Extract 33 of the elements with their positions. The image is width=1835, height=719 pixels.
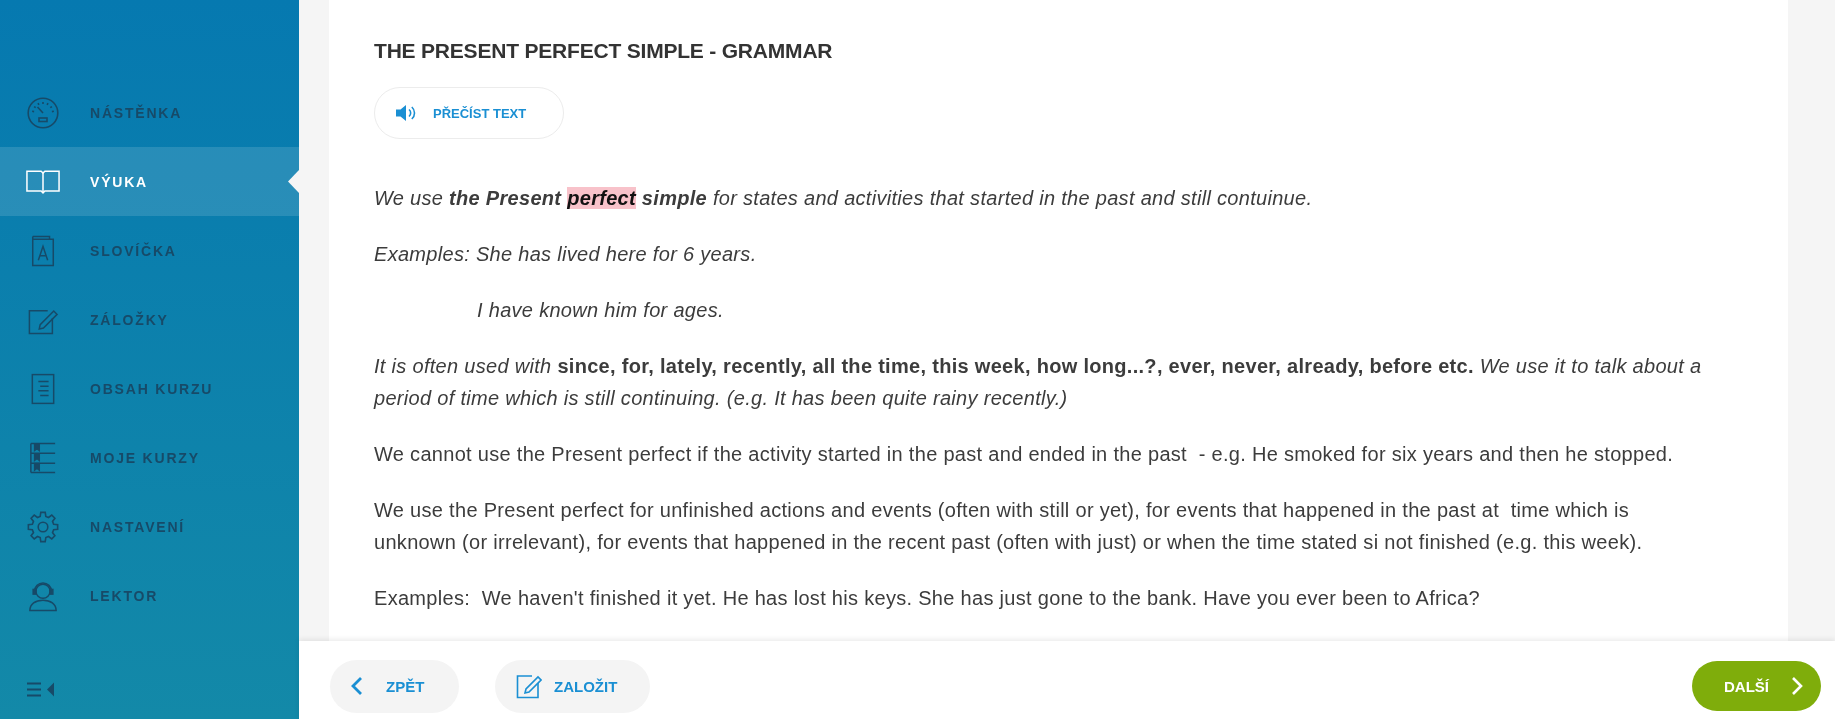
next-button[interactable]: DALŠÍ: [1692, 661, 1821, 711]
paragraph: We use the Present perfect for unfinished actions and events (often with still or yet), for events that happened in the past at time which is unknown (or irrelevant), for events that happened in the recent past (often with just) or when the time stated si not finished (e.g. this week).: [374, 498, 1644, 555]
paragraph: Examples: She has lived here for 6 years.: [374, 242, 758, 267]
speaker-icon: [395, 103, 417, 123]
collapse-menu-icon[interactable]: [27, 682, 54, 697]
paragraph: Examples: We haven't finished it yet. He has lost his keys. She has just gone to the bank. Have you ever been to Africa?: [374, 586, 1481, 611]
chevron-left-icon: [350, 676, 363, 696]
paragraph: We cannot use the Present perfect if the activity started in the past and ended in the past - e.g. He smoked for six years and then he stopped.: [374, 442, 1675, 467]
paragraph: It is often used with since, for, lately, recently, all the time, this week, how long...?, ever, never, already, before etc. We use it to talk about a period of time which is still continuing. (e.g. It has been quite rainy recently.): [374, 354, 1703, 411]
open-book-icon: [26, 168, 60, 195]
sidebar-item[interactable]: VÝUKA: [0, 147, 299, 216]
sidebar-item[interactable]: NASTAVENÍ: [0, 492, 299, 561]
back-button[interactable]: ZPĚT: [330, 659, 459, 713]
chevron-right-icon: [1791, 676, 1804, 696]
book-letter-icon: [29, 234, 57, 267]
bookmarked-list-icon: [29, 441, 57, 474]
paragraph: I have known him for ages.: [476, 298, 725, 323]
lesson-title: THE PRESENT PERFECT SIMPLE - GRAMMAR: [374, 38, 833, 64]
gear-icon: [27, 510, 59, 543]
edit-icon: [516, 673, 542, 699]
read-text-button[interactable]: PŘEČÍST TEXT: [374, 87, 564, 139]
gauge-icon: [27, 96, 59, 129]
headset-person-icon: [28, 579, 58, 612]
sidebar-item[interactable]: ZÁLOŽKY: [0, 285, 299, 354]
sidebar-item[interactable]: MOJE KURZY: [0, 423, 299, 492]
selection-pointer-icon: [288, 170, 299, 193]
document-icon: [30, 372, 56, 405]
bookmark-button[interactable]: ZALOŽIT: [495, 659, 650, 713]
sidebar-item[interactable]: NÁSTĚNKA: [0, 78, 299, 147]
paragraph: We use the Present perfect simple for states and activities that started in the past and still contuinue.: [374, 186, 1314, 211]
sidebar-item[interactable]: OBSAH KURZU: [0, 354, 299, 423]
sidebar-item[interactable]: SLOVÍČKA: [0, 216, 299, 285]
sidebar-item[interactable]: LEKTOR: [0, 561, 299, 630]
